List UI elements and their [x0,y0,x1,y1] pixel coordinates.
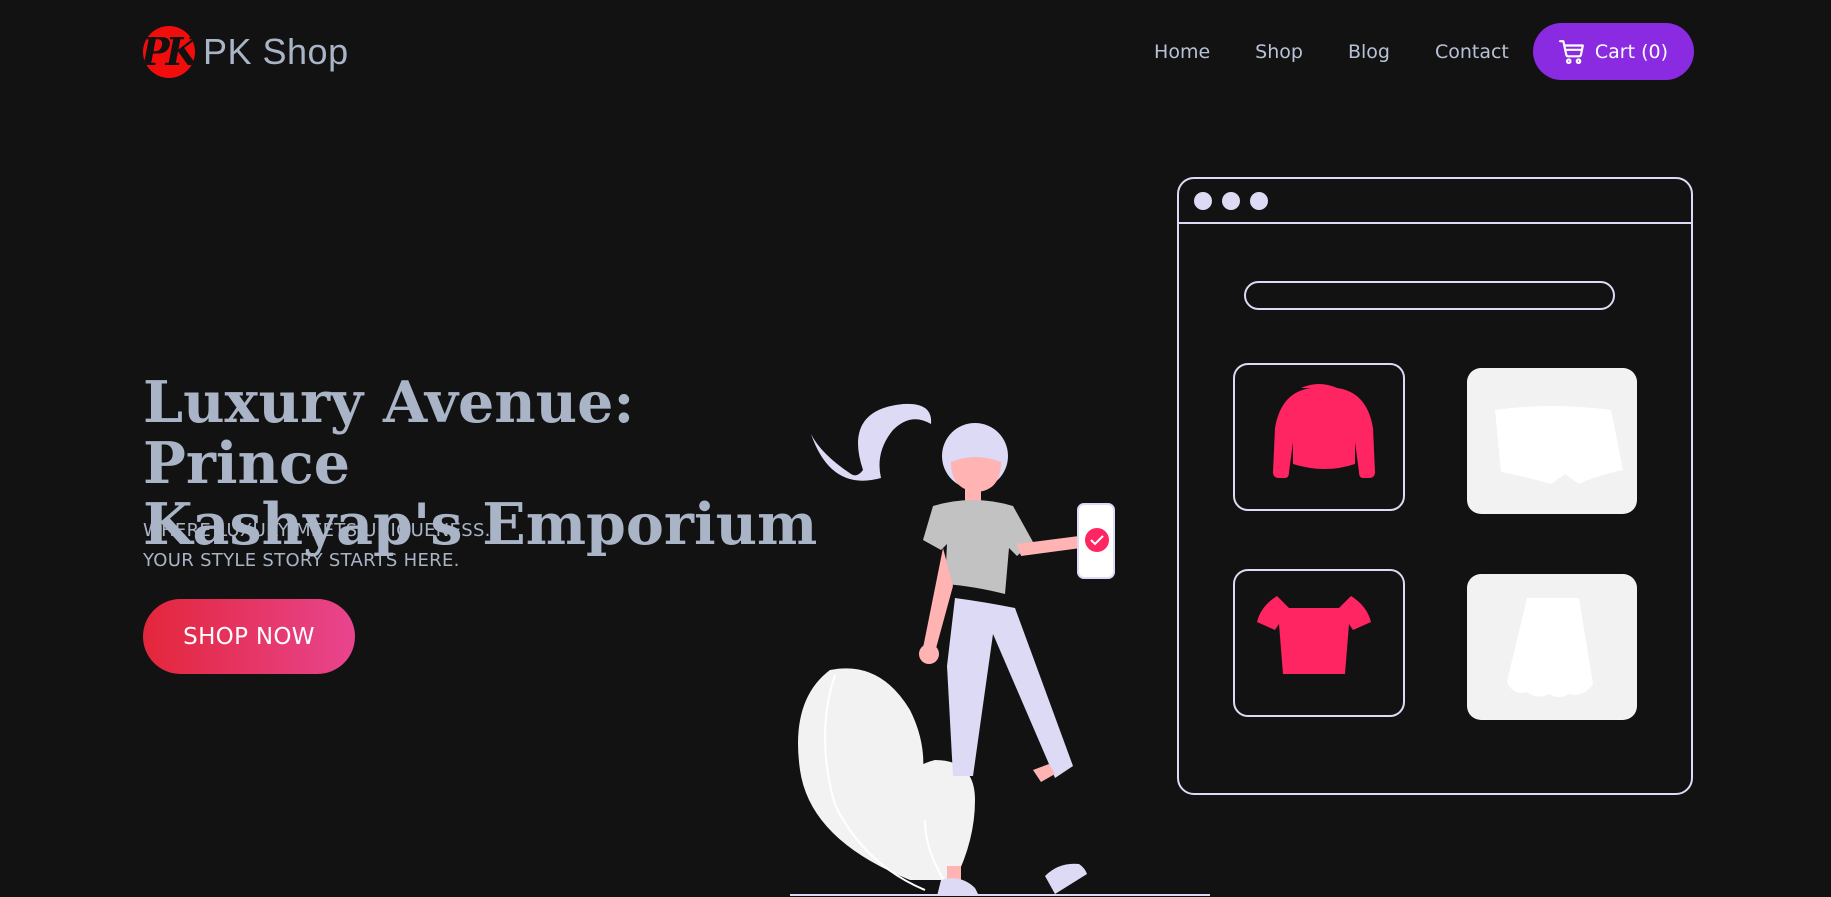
hero-subtitle: WHERE LUXURY MEETS UNIQUENESS. YOUR STYL… [143,516,643,576]
product-card-sweater [1233,363,1405,511]
window-dot-icon [1250,192,1268,210]
product-card-skirt [1467,574,1637,720]
logo-text: PK [143,29,195,74]
nav-home[interactable]: Home [1154,41,1210,63]
product-card-shorts [1467,368,1637,514]
main-nav: Home Shop Blog Contact Cart (0) [1154,23,1694,80]
window-dot-icon [1222,192,1240,210]
cart-button[interactable]: Cart (0) [1532,23,1694,80]
logo: PK [143,26,195,78]
hero-title-line1: Luxury Avenue: Prince [143,369,635,497]
shop-now-button[interactable]: SHOP NOW [143,599,355,674]
sweater-icon [1273,384,1375,478]
brand-name: PK Shop [203,31,349,72]
brand-link[interactable]: PK PK Shop [143,26,349,78]
site-header: PK PK Shop Home Shop Blog Contact Cart (… [0,0,1831,105]
hero-subtitle-line2: YOUR STYLE STORY STARTS HERE. [143,550,460,571]
nav-blog[interactable]: Blog [1348,41,1390,63]
cart-icon [1558,39,1584,64]
shorts-icon [1495,406,1623,484]
cart-label: Cart (0) [1594,40,1668,63]
nav-contact[interactable]: Contact [1435,41,1509,63]
shopping-illustration [790,177,1693,896]
hero-subtitle-line1: WHERE LUXURY MEETS UNIQUENESS. [143,520,491,541]
product-card-top [1233,569,1405,717]
search-bar [1244,281,1615,310]
plant-decoration [798,668,975,891]
top-icon [1257,596,1371,674]
window-dot-icon [1194,192,1212,210]
nav-shop[interactable]: Shop [1255,41,1303,63]
